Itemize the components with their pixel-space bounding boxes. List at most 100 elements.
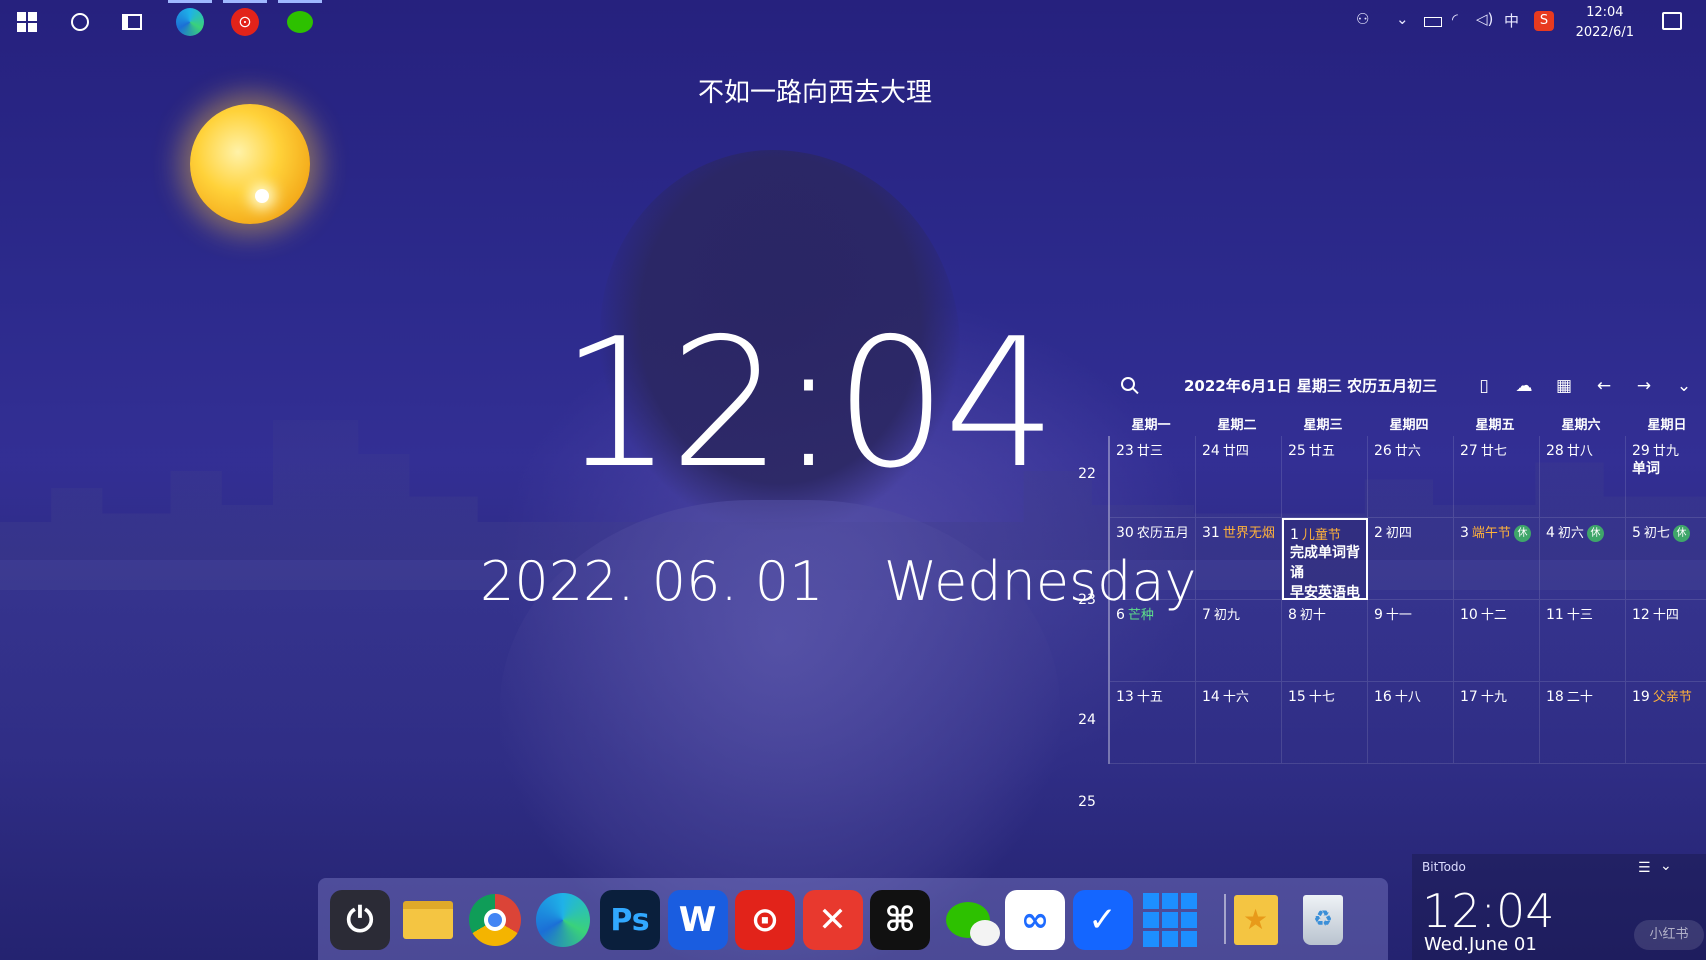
lunar-label: 初四 [1385, 526, 1412, 541]
lunar-label: 廿四 [1222, 444, 1249, 459]
calendar-day[interactable]: 11 十三 [1540, 600, 1626, 682]
calendar-day[interactable]: 31 世界无烟 [1196, 518, 1282, 600]
netease-music-icon: ⊙ [231, 8, 259, 36]
todo-item[interactable]: 完成单词背诵 [1290, 543, 1360, 583]
day-line: 11 十三 [1546, 604, 1619, 623]
taskbar-edge-button[interactable] [168, 0, 212, 36]
tray-clock[interactable]: 12:04 2022/6/1 [1576, 3, 1634, 43]
calendar-day[interactable]: 10 十二 [1454, 600, 1540, 682]
wechat-icon[interactable] [938, 890, 1000, 950]
netease-music-icon[interactable]: ⊙ [735, 890, 795, 950]
calendar-day[interactable]: 29 廿九 单词 [1626, 436, 1706, 518]
menu-icon[interactable]: ☰ [1638, 860, 1651, 876]
calendar-day-today[interactable]: 六月1儿童节完成单词背诵早安英语电 [1282, 518, 1368, 600]
calendar-view-icon[interactable]: ▦ [1554, 376, 1574, 396]
action-center-icon[interactable] [1662, 12, 1682, 30]
day-line: 14 十六 [1202, 686, 1275, 705]
calendar-day[interactable]: 4 初六休 [1540, 518, 1626, 600]
day-line: 12 十四 [1632, 604, 1705, 623]
chrome-icon[interactable] [465, 890, 525, 950]
bittodo-date: Wed.June 01 [1424, 934, 1537, 955]
calendar-day[interactable]: 14 十六 [1196, 682, 1282, 764]
task-view-button[interactable] [118, 8, 146, 36]
calendar-day[interactable]: 27 廿七 [1454, 436, 1540, 518]
day-line: 15 十七 [1288, 686, 1361, 705]
day-number: 15 [1288, 689, 1306, 705]
folder-icon[interactable] [398, 890, 458, 950]
shield-icon[interactable]: ✓ [1072, 890, 1133, 950]
volume-icon[interactable]: ◁) [1476, 10, 1493, 28]
chevron-down-icon[interactable]: ⌄ [1660, 858, 1672, 874]
lunar-label: 世界无烟 [1222, 526, 1275, 541]
calendar-day[interactable]: 16 十八 [1368, 682, 1454, 764]
week-number: 24 [1078, 712, 1096, 728]
capcut-icon[interactable]: ⌘ [870, 890, 930, 950]
taskbar-wechat-button[interactable] [278, 0, 322, 36]
day-line: 7 初九 [1202, 604, 1275, 623]
cortana-button[interactable] [66, 8, 94, 36]
calendar-day[interactable]: 3 端午节休 [1454, 518, 1540, 600]
calendar-day[interactable]: 26 廿六 [1368, 436, 1454, 518]
weekday-label: 星期六 [1561, 418, 1601, 433]
lunar-label: 廿七 [1480, 444, 1507, 459]
taskbar-netease-music-button[interactable]: ⊙ [223, 0, 267, 36]
calendar-day[interactable]: 23 廿三 [1110, 436, 1196, 518]
cloud-sync-icon[interactable]: ☁ [1514, 376, 1534, 396]
start-button[interactable] [13, 8, 41, 36]
edge-icon[interactable] [533, 890, 593, 950]
ime-indicator[interactable]: 中 [1504, 10, 1519, 31]
calendar-day[interactable]: 12 十四 [1626, 600, 1706, 682]
todo-item[interactable]: 早安英语电 [1290, 583, 1360, 598]
edge-icon [176, 8, 204, 36]
day-line: 24 廿四 [1202, 440, 1275, 459]
recycle-bin-icon[interactable]: ♻ [1293, 890, 1353, 950]
prev-month-arrow-icon[interactable]: ← [1594, 376, 1614, 396]
collapse-chevron-down-icon[interactable]: ⌄ [1674, 376, 1694, 396]
calendar-day[interactable]: 25 廿五 [1282, 436, 1368, 518]
tray-chevron-up-icon[interactable]: ⌄ [1396, 10, 1409, 28]
wifi-icon[interactable]: ◜ [1452, 10, 1458, 28]
todo-item[interactable]: 单词 [1632, 459, 1705, 479]
xmind-icon[interactable]: ✕ [802, 890, 863, 950]
calendar-day[interactable]: 28 廿八 [1540, 436, 1626, 518]
calendar-day[interactable]: 30 农历五月 [1110, 518, 1196, 600]
people-icon[interactable]: ⚇ [1356, 10, 1369, 28]
baidu-netdisk-icon[interactable]: ∞ [1005, 890, 1065, 950]
day-number: 19 [1632, 689, 1650, 705]
calendar-day[interactable]: 9 十一 [1368, 600, 1454, 682]
week-number: 22 [1078, 466, 1096, 482]
next-month-arrow-icon[interactable]: → [1634, 376, 1654, 396]
calendar-day[interactable]: 18 二十 [1540, 682, 1626, 764]
day-number: 2 [1374, 525, 1383, 541]
calendar-day[interactable]: 5 初七休 [1626, 518, 1706, 600]
weather-sun-icon [190, 104, 310, 224]
calendar-day[interactable]: 15 十七 [1282, 682, 1368, 764]
day-line: 9 十一 [1374, 604, 1447, 623]
calendar-weekday-header: 星期一 星期二 星期三 星期四 星期五 星期六 星期日 [1108, 410, 1706, 437]
calendar-day[interactable]: 2 初四 [1368, 518, 1454, 600]
day-number: 9 [1374, 607, 1383, 623]
calendar-search-button[interactable] [1118, 376, 1138, 396]
desktop-clock-date: 2022. 06. 01 Wednesday [480, 550, 1197, 613]
lunar-label: 儿童节 [1301, 528, 1341, 543]
lunar-label: 初九 [1213, 608, 1240, 623]
tiles-icon[interactable] [1140, 890, 1200, 950]
wps-icon[interactable]: W [667, 890, 728, 950]
star-folder-icon[interactable]: ★ [1226, 890, 1286, 950]
calendar-day[interactable]: 17 十九 [1454, 682, 1540, 764]
calendar-day[interactable]: 24 廿四 [1196, 436, 1282, 518]
calendar-day[interactable]: 7 初九 [1196, 600, 1282, 682]
day-line: 17 十九 [1460, 686, 1533, 705]
power-icon[interactable]: ⏻ [330, 890, 390, 950]
battery-icon[interactable] [1424, 17, 1442, 27]
weekday-label: 星期五 [1475, 418, 1515, 433]
calendar-day[interactable]: 19 父亲节 [1626, 682, 1706, 764]
bittodo-label: BitTodo [1422, 860, 1466, 874]
calendar-day[interactable]: 8 初十 [1282, 600, 1368, 682]
day-number: 30 [1116, 525, 1134, 541]
phone-icon[interactable]: ▯ [1474, 376, 1494, 396]
calendar-day[interactable]: 13 十五 [1110, 682, 1196, 764]
photoshop-icon[interactable]: Ps [600, 890, 660, 950]
sogou-ime-icon[interactable]: S [1534, 11, 1554, 31]
calendar-day[interactable]: 6 芒种 [1110, 600, 1196, 682]
